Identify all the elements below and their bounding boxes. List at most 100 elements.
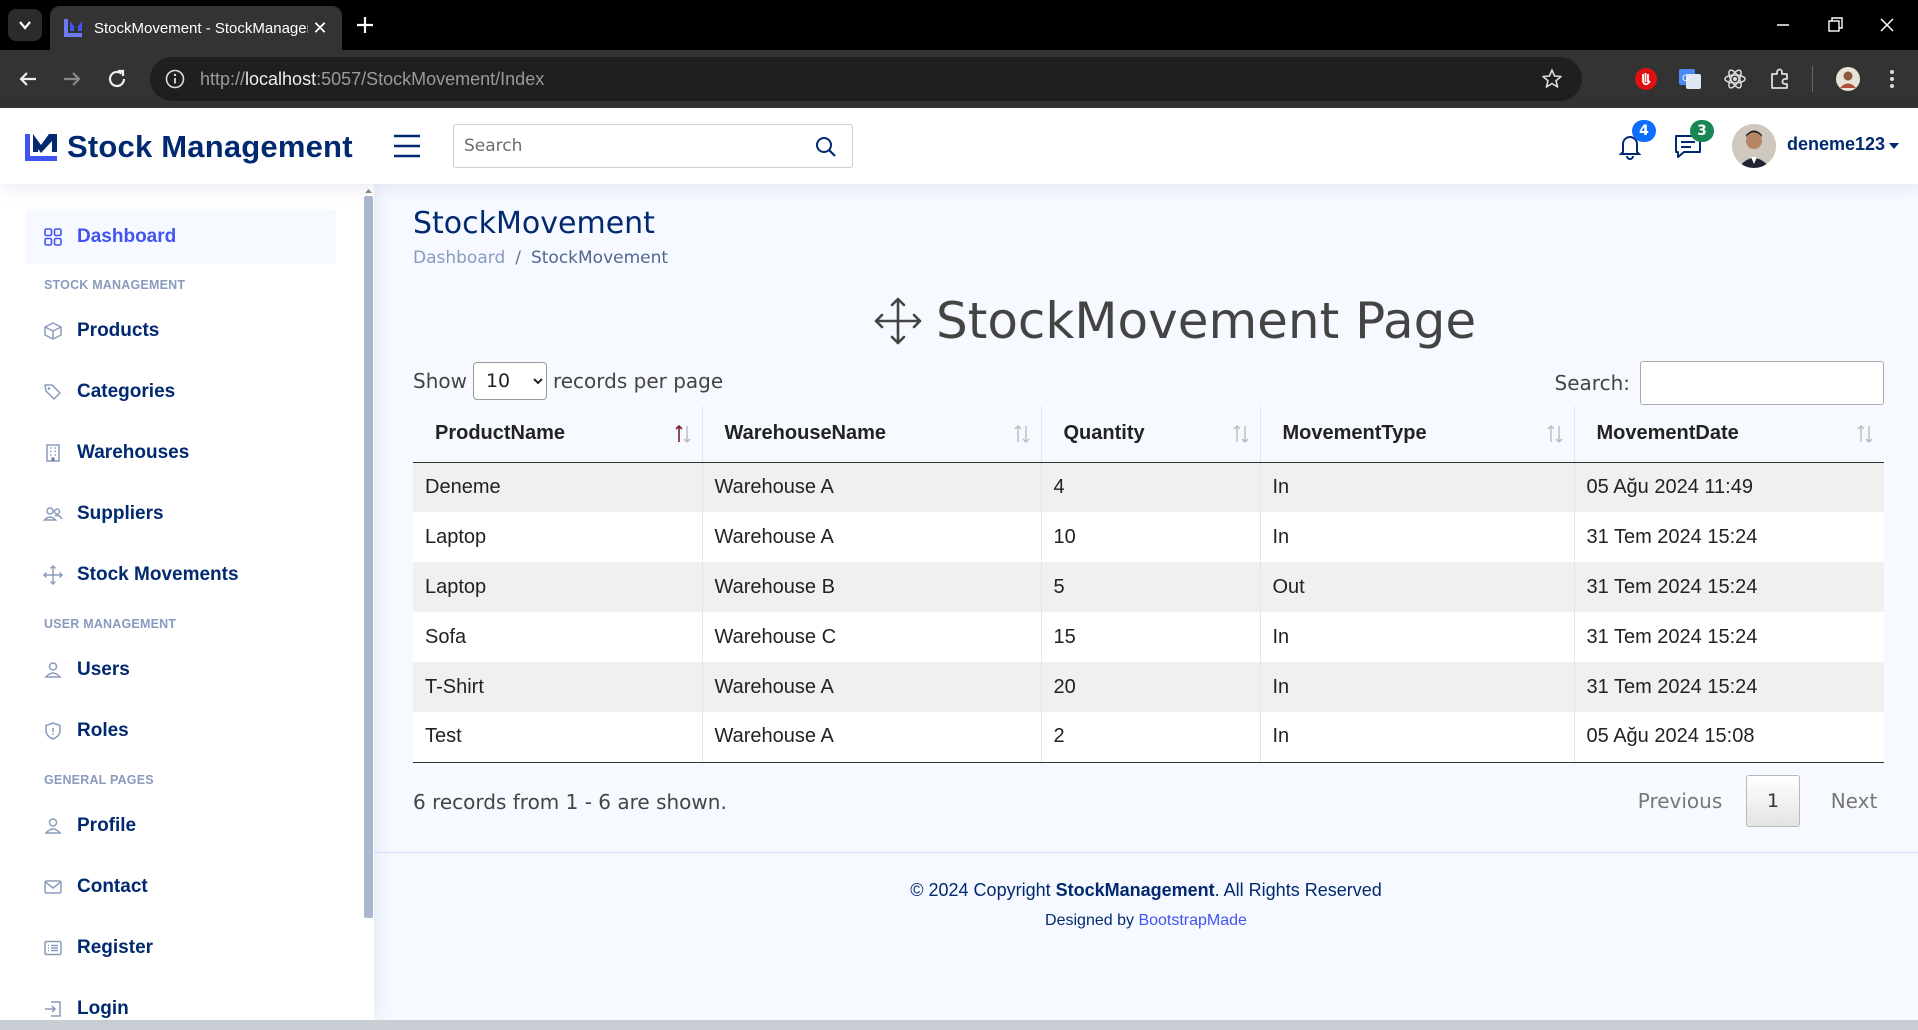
pagination-previous[interactable]: Previous xyxy=(1620,789,1740,813)
sidebar-item-label: Stock Movements xyxy=(77,563,239,585)
table-search-input[interactable] xyxy=(1640,361,1884,405)
cell-movementtype: Out xyxy=(1259,562,1574,612)
minimize-icon[interactable] xyxy=(1770,12,1796,38)
address-bar[interactable]: http://localhost:5057/StockMovement/Inde… xyxy=(150,57,1582,101)
header-search-input[interactable] xyxy=(454,136,794,156)
table-row: Deneme Warehouse A 4 In 05 Ağu 2024 11:4… xyxy=(413,462,1884,512)
search-icon[interactable] xyxy=(814,135,838,159)
sidebar-item-users[interactable]: Users xyxy=(25,642,336,697)
cell-productname: T-Shirt xyxy=(413,662,702,712)
cell-productname: Laptop xyxy=(413,562,702,612)
cell-warehousename: Warehouse B xyxy=(701,562,1041,612)
sidebar-item-register[interactable]: Register xyxy=(25,920,336,975)
table-row: Laptop Warehouse A 10 In 31 Tem 2024 15:… xyxy=(413,512,1884,562)
footer-brand: StockManagement xyxy=(1055,880,1215,900)
breadcrumb-current: StockMovement xyxy=(530,248,669,268)
sidebar-item-roles[interactable]: Roles xyxy=(25,703,336,758)
section-heading-text: StockMovement Page xyxy=(936,292,1477,350)
sidebar-heading-user: USER MANAGEMENT xyxy=(44,617,177,631)
table-header-row: ProductName WarehouseName Quantity Movem… xyxy=(413,406,1884,463)
sidebar-toggle-icon[interactable] xyxy=(392,132,422,160)
card-list-icon xyxy=(44,940,62,955)
user-avatar[interactable] xyxy=(1732,124,1776,168)
section-heading: StockMovement Page xyxy=(872,292,1476,350)
restore-icon[interactable] xyxy=(1822,12,1848,38)
app-logo-icon xyxy=(64,19,82,37)
search-label: Search: xyxy=(1554,371,1630,395)
cell-movementtype: In xyxy=(1259,712,1574,763)
sidebar-item-stock-movements[interactable]: Stock Movements xyxy=(25,547,336,602)
cell-movementdate: 31 Tem 2024 15:24 xyxy=(1573,512,1884,562)
back-arrow-icon[interactable] xyxy=(14,65,42,93)
sidebar-item-label: Warehouses xyxy=(77,441,190,463)
sidebar-item-login[interactable]: Login xyxy=(25,981,336,1020)
sidebar-item-suppliers[interactable]: Suppliers xyxy=(25,486,336,541)
extensions-puzzle-icon[interactable] xyxy=(1766,65,1794,93)
sidebar-item-categories[interactable]: Categories xyxy=(25,364,336,419)
sidebar-item-products[interactable]: Products xyxy=(25,303,336,358)
sidebar-item-warehouses[interactable]: Warehouses xyxy=(25,425,336,480)
bookmark-star-icon[interactable] xyxy=(1540,67,1564,91)
pagination-page-1[interactable]: 1 xyxy=(1746,775,1800,827)
table-row: Laptop Warehouse B 5 Out 31 Tem 2024 15:… xyxy=(413,562,1884,612)
browser-tab-active[interactable]: StockMovement - StockManagement ✕ xyxy=(50,6,342,50)
sidebar-item-label: Login xyxy=(77,997,129,1019)
browser-menu-icon[interactable] xyxy=(1878,65,1906,93)
sidebar-item-label: Register xyxy=(77,936,154,958)
user-name-dropdown[interactable]: deneme123 xyxy=(1787,134,1885,155)
brand-logo[interactable]: Stock Management xyxy=(24,129,353,165)
cell-movementdate: 31 Tem 2024 15:24 xyxy=(1573,562,1884,612)
sort-icon xyxy=(1014,425,1029,443)
sidebar-item-dashboard[interactable]: Dashboard xyxy=(25,209,336,264)
column-header-quantity[interactable]: Quantity xyxy=(1040,406,1260,463)
sidebar-item-contact[interactable]: Contact xyxy=(25,859,336,914)
page-length-select[interactable]: 10 xyxy=(472,362,547,400)
scroll-up-arrow-icon[interactable] xyxy=(364,188,373,194)
sort-icon xyxy=(1547,425,1562,443)
column-header-movementdate[interactable]: MovementDate xyxy=(1573,406,1884,463)
messages-button[interactable]: 3 xyxy=(1672,120,1714,162)
pagination: Previous 1 Next xyxy=(1620,775,1902,827)
notifications-button[interactable]: 4 xyxy=(1614,120,1656,162)
breadcrumb: Dashboard / StockMovement xyxy=(413,248,668,268)
sidebar-item-label: Contact xyxy=(77,875,148,897)
footer-copyright: © 2024 Copyright StockManagement. All Ri… xyxy=(910,880,1382,900)
arrows-move-icon xyxy=(43,564,63,585)
reload-icon[interactable] xyxy=(103,65,131,93)
grid-icon xyxy=(44,227,62,246)
header-search-form xyxy=(453,124,853,168)
cell-productname: Laptop xyxy=(413,512,702,562)
cell-movementdate: 05 Ağu 2024 15:08 xyxy=(1573,712,1884,763)
breadcrumb-link-dashboard[interactable]: Dashboard xyxy=(413,248,505,268)
tab-close-icon[interactable]: ✕ xyxy=(310,18,330,39)
sidebar-scrollbar[interactable] xyxy=(364,196,373,918)
cell-movementtype: In xyxy=(1259,462,1574,512)
cell-quantity: 10 xyxy=(1040,512,1260,562)
column-header-productname[interactable]: ProductName xyxy=(413,406,702,463)
svg-text:G: G xyxy=(1682,74,1689,84)
pagination-next[interactable]: Next xyxy=(1806,789,1902,813)
column-header-warehousename[interactable]: WarehouseName xyxy=(701,406,1041,463)
sidebar-item-label: Suppliers xyxy=(77,502,164,524)
close-window-icon[interactable] xyxy=(1874,12,1900,38)
translate-extension-icon[interactable]: G xyxy=(1676,65,1704,93)
address-url: http://localhost:5057/StockMovement/Inde… xyxy=(200,68,545,89)
new-tab-icon[interactable] xyxy=(352,12,378,38)
tab-search-button[interactable] xyxy=(8,9,42,41)
forward-arrow-icon[interactable] xyxy=(58,65,86,93)
react-devtools-icon[interactable] xyxy=(1721,65,1749,93)
sidebar-item-profile[interactable]: Profile xyxy=(25,798,336,853)
site-info-icon[interactable] xyxy=(164,68,186,90)
cell-productname: Test xyxy=(413,712,702,763)
footer-designer-link[interactable]: BootstrapMade xyxy=(1138,912,1247,929)
sidebar-item-label: Categories xyxy=(77,380,176,402)
column-header-movementtype[interactable]: MovementType xyxy=(1259,406,1574,463)
table-row: T-Shirt Warehouse A 20 In 31 Tem 2024 15… xyxy=(413,662,1884,712)
footer-credits: Designed by BootstrapMade xyxy=(1045,912,1247,929)
page-length-control: Show 10 records per page xyxy=(413,362,723,400)
adblock-extension-icon[interactable] xyxy=(1632,65,1660,93)
profile-avatar-icon[interactable] xyxy=(1834,65,1862,93)
cell-movementdate: 31 Tem 2024 15:24 xyxy=(1573,662,1884,712)
browser-tabbar: StockMovement - StockManagement ✕ xyxy=(0,0,1918,50)
caret-down-icon[interactable] xyxy=(1889,143,1899,149)
